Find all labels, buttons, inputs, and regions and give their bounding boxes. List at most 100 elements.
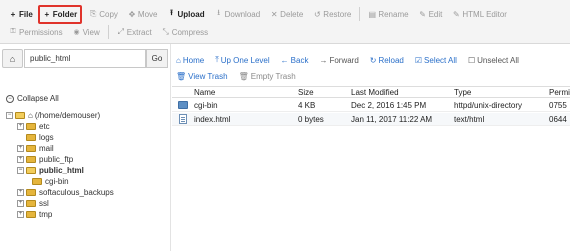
collapse-toggle-icon[interactable]: − [6,112,13,119]
forward-button[interactable]: → Forward [319,56,358,65]
delete-label: Delete [280,9,304,19]
html-editor-button[interactable]: ✎ HTML Editor [449,6,510,22]
empty-trash-button[interactable]: 🗑 Empty Trash [239,72,296,81]
table-row[interactable]: index.html 0 bytes Jan 11, 2017 11:22 AM… [172,113,570,126]
trash-icon: 🗑 [176,71,187,81]
toolbar-divider [107,25,109,39]
column-header-name[interactable]: Name [194,88,215,97]
folder-icon [178,101,188,109]
column-header-permissions[interactable]: Permis [549,88,570,97]
tree-item-logs[interactable]: logs [26,132,54,143]
select-all-label: Select All [424,55,457,65]
tree-item-label: softaculous_backups [39,188,114,197]
expand-toggle-icon[interactable]: + [17,200,24,207]
expand-icon: ⤢ [117,27,124,36]
tree-item-label: logs [39,133,54,142]
delete-button[interactable]: ✕ Delete [267,6,306,22]
permissions-button[interactable]: ⚿ Permissions [6,24,66,40]
collapse-toggle-icon[interactable]: − [17,167,24,174]
tree-root[interactable]: − ⌂ (/home/demouser) [6,110,100,121]
folder-icon [32,178,42,185]
checkbox-checked-icon: ☑ [414,55,423,65]
folder-icon [26,145,36,152]
reload-label: Reload [378,55,404,65]
column-header-modified[interactable]: Last Modified [351,88,399,97]
home-button[interactable]: ⌂ [2,49,23,68]
reload-button[interactable]: ↻ Reload [370,56,404,65]
folder-icon [26,156,36,163]
new-folder-button[interactable]: + Folder [37,4,83,24]
pencil-icon: ✎ [419,9,426,19]
compress-button[interactable]: ⤡ Compress [159,24,211,40]
tree-item-tmp[interactable]: + tmp [17,209,52,220]
tree-item-cgi-bin[interactable]: cgi-bin [32,176,69,187]
expand-toggle-icon[interactable]: + [17,189,24,196]
toolbar-row-secondary: ⚿ Permissions ◉ View ⤢ Extract ⤡ Compress [6,24,211,40]
toolbar: + File + Folder ⎘ Copy ✥ Move ⭱ Upload ⭳ Downl… [0,0,570,44]
up-one-level-button[interactable]: ⤒ Up One Level [215,55,269,65]
rename-button[interactable]: ▤ Rename [365,6,411,22]
folder-tree: − Collapse All − ⌂ (/home/demouser) + et… [0,90,170,251]
expand-toggle-icon[interactable]: + [17,156,24,163]
empty-trash-label: Empty Trash [250,71,296,81]
download-label: Download [224,9,261,19]
copy-label: Copy [99,9,118,19]
tree-item-label: cgi-bin [45,177,69,186]
collapse-icon: − [6,94,14,103]
view-button[interactable]: ◉ View [70,24,103,40]
new-file-label: File [19,9,33,19]
expand-toggle-icon[interactable]: + [17,123,24,130]
path-bar: ⌂ Go [0,49,170,68]
eye-icon: ◉ [73,29,80,36]
collapse-all-link[interactable]: − Collapse All [6,94,59,103]
edit-label: Edit [428,9,443,19]
path-input[interactable] [24,49,146,68]
folder-open-icon [15,112,25,119]
column-header-type[interactable]: Type [454,88,471,97]
move-button[interactable]: ✥ Move [125,6,161,22]
tree-item-mail[interactable]: + mail [17,143,54,154]
unselect-all-button[interactable]: ☐ Unselect All [468,56,519,65]
column-header-size[interactable]: Size [298,88,314,97]
file-size: 0 bytes [298,115,324,124]
home-nav-button[interactable]: ⌂ Home [176,56,204,65]
upload-button[interactable]: ⭱ Upload [164,6,207,22]
tree-item-etc[interactable]: + etc [17,121,50,132]
refresh-icon: ↻ [369,55,377,65]
arrow-right-icon: → [319,55,328,65]
file-name: index.html [194,115,231,124]
select-all-button[interactable]: ☑ Select All [415,56,457,65]
extract-label: Extract [126,27,152,37]
new-folder-label: Folder [52,9,78,19]
expand-toggle-icon[interactable]: + [17,211,24,218]
file-size: 4 KB [298,101,316,110]
copy-button[interactable]: ⎘ Copy [86,6,121,22]
edit-button[interactable]: ✎ Edit [416,6,446,22]
compress-icon: ⤡ [162,27,169,36]
tree-item-softaculous-backups[interactable]: + softaculous_backups [17,187,114,198]
home-icon: ⌂ [28,111,33,120]
file-navigation: ⌂ Home ⤒ Up One Level ← Back → Forward ↻ Relo… [176,54,530,66]
home-icon: ⌂ [9,53,16,64]
html-editor-label: HTML Editor [462,9,507,19]
tree-item-public-html[interactable]: − public_html [17,165,84,176]
restore-label: Restore [323,9,352,19]
view-trash-button[interactable]: 🗑 View Trash [176,72,228,81]
back-label: Back [290,55,309,65]
download-button[interactable]: ⭳ Download [212,6,264,22]
tree-item-ssl[interactable]: + ssl [17,198,49,209]
rename-label: Rename [378,9,409,19]
restore-button[interactable]: ↺ Restore [310,6,354,22]
expand-toggle-icon[interactable]: + [17,145,24,152]
extract-button[interactable]: ⤢ Extract [114,24,155,40]
folder-icon [26,211,36,218]
back-button[interactable]: ← Back [281,56,309,65]
tree-item-public-ftp[interactable]: + public_ftp [17,154,73,165]
tree-item-label: tmp [39,210,53,219]
go-button[interactable]: Go [146,49,168,68]
new-file-button[interactable]: + File [6,6,36,22]
file-modified: Jan 11, 2017 11:22 AM [351,115,433,124]
trash-navigation: 🗑 View Trash 🗑 Empty Trash [176,70,307,82]
table-row[interactable]: cgi-bin 4 KB Dec 2, 2016 1:45 PM httpd/u… [172,99,570,112]
file-permissions: 0644 [549,115,567,124]
